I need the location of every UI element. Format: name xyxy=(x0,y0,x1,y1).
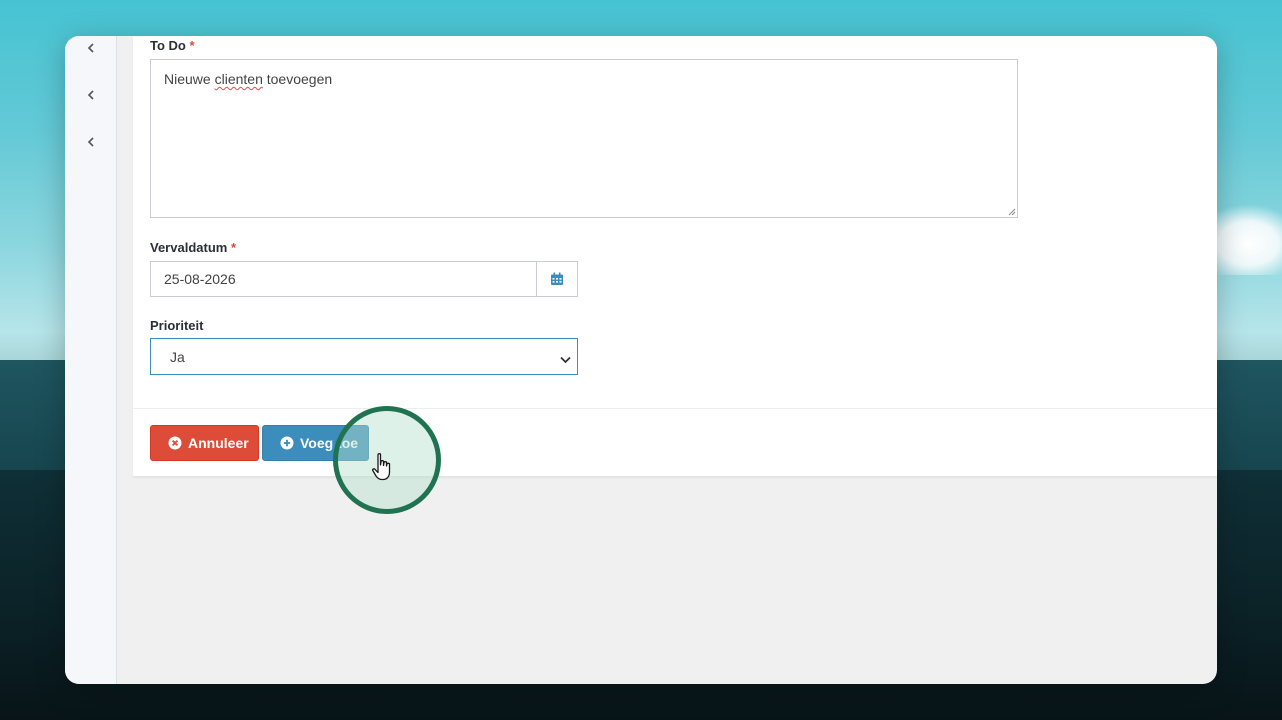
plus-circle-icon xyxy=(280,436,294,450)
form-divider xyxy=(133,408,1217,409)
todo-label: To Do * xyxy=(150,38,195,53)
app-window: To Do * Nieuwe clienten toevoegen Verval… xyxy=(65,36,1217,684)
chevron-left-icon[interactable] xyxy=(85,42,97,54)
chevron-left-icon[interactable] xyxy=(85,89,97,101)
pointer-hand-icon xyxy=(372,453,391,481)
todo-form-card: To Do * Nieuwe clienten toevoegen Verval… xyxy=(133,36,1217,514)
chevron-down-icon xyxy=(560,351,571,367)
chevron-left-icon[interactable] xyxy=(85,136,97,148)
sidebar xyxy=(65,36,117,684)
calendar-button[interactable] xyxy=(536,261,578,297)
calendar-icon xyxy=(551,272,563,285)
priority-select[interactable]: Ja xyxy=(150,338,578,375)
required-marker: * xyxy=(230,240,237,255)
cancel-button[interactable]: Annuleer xyxy=(150,425,259,461)
priority-label: Prioriteit xyxy=(150,318,204,333)
times-circle-icon xyxy=(168,436,182,450)
misspelled-word: clienten xyxy=(214,71,263,87)
due-date-label: Vervaldatum * xyxy=(150,240,237,255)
background-cloud xyxy=(1212,205,1282,275)
todo-textarea[interactable]: Nieuwe clienten toevoegen xyxy=(150,59,1018,218)
required-marker: * xyxy=(189,38,195,53)
due-date-input[interactable]: 25-08-2026 xyxy=(150,261,537,297)
resize-handle-icon[interactable] xyxy=(1007,207,1016,216)
